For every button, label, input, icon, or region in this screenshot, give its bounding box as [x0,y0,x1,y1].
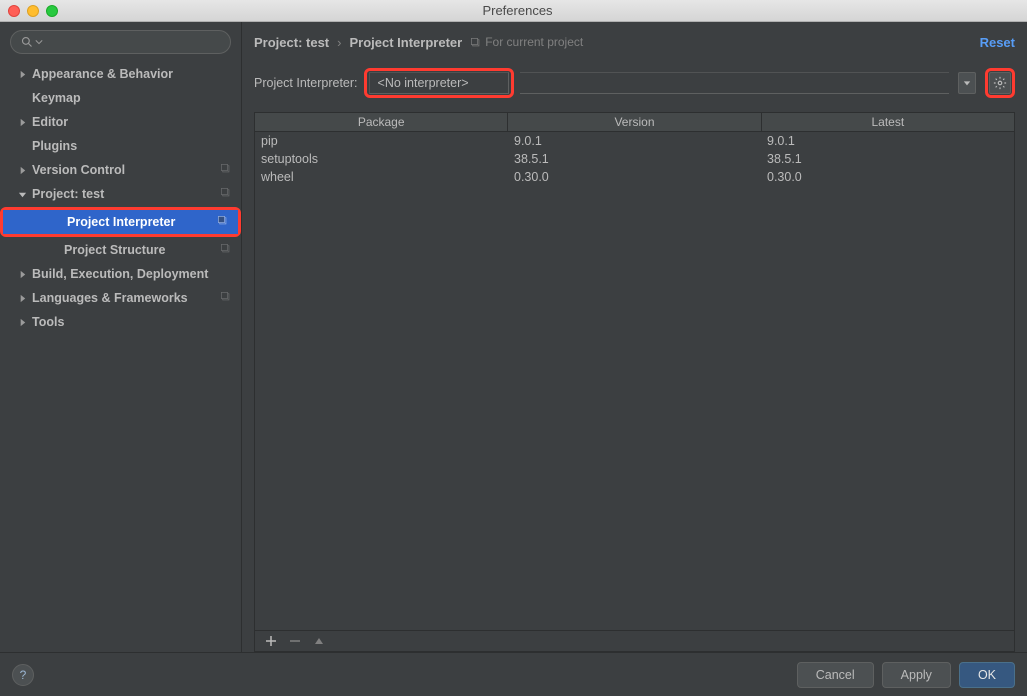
table-row[interactable]: wheel0.30.00.30.0 [255,168,1014,186]
arrow-right-icon [18,118,28,127]
package-table-body: pip9.0.19.0.1setuptools38.5.138.5.1wheel… [254,132,1015,630]
upgrade-package-button[interactable] [313,635,325,647]
sidebar-item-version-control[interactable]: Version Control [0,158,241,182]
sidebar-item-label: Editor [32,115,68,129]
minimize-icon[interactable] [27,5,39,17]
breadcrumb-hint: For current project [470,35,583,49]
sidebar-item-project-interpreter[interactable]: Project Interpreter [3,210,238,234]
sidebar-item-plugins[interactable]: Plugins [0,134,241,158]
cell-version: 0.30.0 [508,168,761,186]
breadcrumb: Project: test › Project Interpreter For … [254,30,1015,54]
cell-package: pip [255,132,508,150]
col-latest[interactable]: Latest [762,113,1014,131]
window-title: Preferences [8,3,1027,18]
sidebar-item-languages-frameworks[interactable]: Languages & Frameworks [0,286,241,310]
breadcrumb-page: Project Interpreter [349,35,462,50]
gear-icon [993,76,1007,90]
apply-button[interactable]: Apply [882,662,951,688]
sidebar-item-label: Plugins [32,139,77,153]
minus-icon [289,635,301,647]
col-version[interactable]: Version [508,113,761,131]
titlebar: Preferences [0,0,1027,22]
arrow-right-icon [18,318,28,327]
copy-icon [470,37,481,48]
interpreter-row: Project Interpreter: <No interpreter> [254,68,1015,98]
project-badge-icon [220,243,231,257]
project-badge-icon [217,215,228,229]
search-icon [21,36,33,48]
sidebar-item-tools[interactable]: Tools [0,310,241,334]
project-badge-icon [220,163,231,177]
arrow-right-icon [18,294,28,303]
sidebar-item-label: Project Structure [64,243,165,257]
gear-highlight [985,68,1015,98]
package-table-header: Package Version Latest [254,112,1015,132]
interpreter-dropdown-ext[interactable] [520,72,949,94]
cell-package: setuptools [255,150,508,168]
sidebar-item-editor[interactable]: Editor [0,110,241,134]
search-input[interactable] [10,30,231,54]
arrow-right-icon [18,270,28,279]
close-icon[interactable] [8,5,20,17]
arrow-right-icon [18,166,28,175]
sidebar-item-label: Languages & Frameworks [32,291,188,305]
window-controls [8,5,58,17]
settings-tree: Appearance & Behavior Keymap Editor Plugins… [0,60,241,652]
preferences-window: Preferences Appearance & Behavior Keymap E… [0,0,1027,696]
breadcrumb-separator: › [337,35,341,50]
gear-button[interactable] [989,72,1011,94]
sidebar-item-label: Tools [32,315,64,329]
interpreter-dropdown-highlight: <No interpreter> [364,68,514,98]
arrow-right-icon [18,70,28,79]
sidebar-item-label: Project Interpreter [67,215,175,229]
body: Appearance & Behavior Keymap Editor Plugins… [0,22,1027,652]
help-icon: ? [20,668,27,682]
sidebar-item-label: Build, Execution, Deployment [32,267,208,281]
package-table: Package Version Latest pip9.0.19.0.1setu… [254,112,1015,652]
ok-button[interactable]: OK [959,662,1015,688]
sidebar-item-project-test[interactable]: Project: test [0,182,241,206]
cell-package: wheel [255,168,508,186]
dialog-footer: ? Cancel Apply OK [0,652,1027,696]
cell-version: 38.5.1 [508,150,761,168]
cell-latest: 38.5.1 [761,150,1014,168]
triangle-up-icon [313,635,325,647]
plus-icon [265,635,277,647]
sidebar-item-label: Version Control [32,163,125,177]
add-package-button[interactable] [265,635,277,647]
package-toolbar [254,630,1015,652]
interpreter-dropdown-arrow[interactable] [958,72,976,94]
triangle-down-icon [963,79,971,87]
sidebar-item-project-structure[interactable]: Project Structure [0,238,241,262]
sidebar-item-label: Project: test [32,187,104,201]
sidebar: Appearance & Behavior Keymap Editor Plugins… [0,22,242,652]
sidebar-item-keymap[interactable]: Keymap [0,86,241,110]
arrow-down-icon [18,190,28,199]
col-package[interactable]: Package [255,113,508,131]
table-row[interactable]: pip9.0.19.0.1 [255,132,1014,150]
sidebar-item-build-execution-deployment[interactable]: Build, Execution, Deployment [0,262,241,286]
remove-package-button[interactable] [289,635,301,647]
main-panel: Project: test › Project Interpreter For … [242,22,1027,652]
maximize-icon[interactable] [46,5,58,17]
interpreter-label: Project Interpreter: [254,76,358,90]
interpreter-dropdown[interactable]: <No interpreter> [369,72,509,94]
sidebar-item-appearance-behavior[interactable]: Appearance & Behavior [0,62,241,86]
cell-latest: 9.0.1 [761,132,1014,150]
chevron-down-icon [35,38,43,46]
reset-link[interactable]: Reset [980,35,1015,50]
project-badge-icon [220,187,231,201]
table-row[interactable]: setuptools38.5.138.5.1 [255,150,1014,168]
project-badge-icon [220,291,231,305]
cancel-button[interactable]: Cancel [797,662,874,688]
sidebar-item-highlight: Project Interpreter [0,207,241,237]
cell-version: 9.0.1 [508,132,761,150]
sidebar-item-label: Appearance & Behavior [32,67,173,81]
cell-latest: 0.30.0 [761,168,1014,186]
help-button[interactable]: ? [12,664,34,686]
sidebar-item-label: Keymap [32,91,81,105]
breadcrumb-project: Project: test [254,35,329,50]
